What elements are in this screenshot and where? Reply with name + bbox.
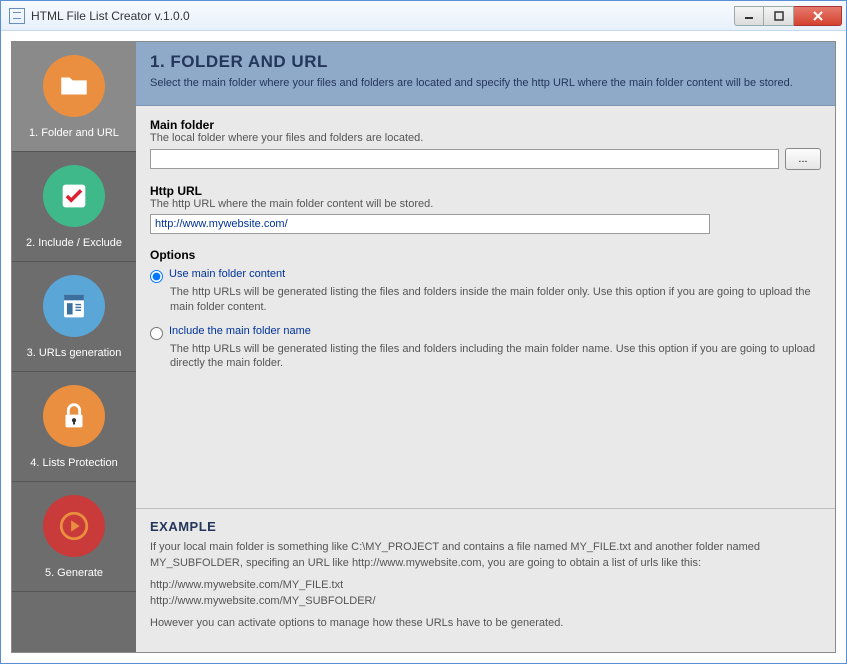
close-button[interactable]: [794, 6, 842, 26]
document-icon: [43, 275, 105, 337]
sidebar-item-urls-generation[interactable]: 3. URLs generation: [12, 262, 136, 372]
window-title: HTML File List Creator v.1.0.0: [31, 9, 734, 23]
app-window: HTML File List Creator v.1.0.0 1. Folder…: [0, 0, 847, 664]
example-url-2: http://www.mywebsite.com/MY_SUBFOLDER/: [150, 595, 376, 607]
example-url-1: http://www.mywebsite.com/MY_FILE.txt: [150, 579, 343, 591]
example-title: EXAMPLE: [150, 519, 821, 534]
content-frame: 1. Folder and URL 2. Include / Exclude 3…: [11, 41, 836, 653]
http-url-group: Http URL The http URL where the main fol…: [150, 184, 821, 234]
option-use-main-content-radio[interactable]: [150, 270, 163, 283]
sidebar-item-label: 3. URLs generation: [27, 347, 122, 359]
option-use-main-content-desc: The http URLs will be generated listing …: [170, 285, 821, 315]
example-panel: EXAMPLE If your local main folder is som…: [136, 508, 835, 652]
main-panel: 1. FOLDER AND URL Select the main folder…: [136, 42, 835, 652]
close-icon: [812, 10, 824, 22]
http-url-input[interactable]: [150, 214, 710, 234]
sidebar-item-lists-protection[interactable]: 4. Lists Protection: [12, 372, 136, 482]
sidebar-item-generate[interactable]: 5. Generate: [12, 482, 136, 592]
option-include-folder-name-label: Include the main folder name: [169, 325, 311, 337]
sidebar-item-label: 5. Generate: [45, 567, 103, 579]
sidebar-item-label: 1. Folder and URL: [29, 127, 119, 139]
app-icon: [9, 8, 25, 24]
titlebar: HTML File List Creator v.1.0.0: [1, 1, 846, 31]
folder-icon: [43, 55, 105, 117]
main-folder-label: Main folder: [150, 118, 821, 132]
form-area: Main folder The local folder where your …: [136, 106, 835, 508]
example-intro: If your local main folder is something l…: [150, 540, 821, 572]
options-title: Options: [150, 248, 821, 262]
browse-button[interactable]: ...: [785, 148, 821, 170]
minimize-icon: [744, 11, 754, 21]
maximize-icon: [774, 11, 784, 21]
lock-icon: [43, 385, 105, 447]
main-folder-desc: The local folder where your files and fo…: [150, 132, 821, 144]
sidebar-item-folder-url[interactable]: 1. Folder and URL: [12, 42, 136, 152]
page-header: 1. FOLDER AND URL Select the main folder…: [136, 42, 835, 106]
page-subtitle: Select the main folder where your files …: [150, 76, 821, 91]
main-folder-group: Main folder The local folder where your …: [150, 118, 821, 170]
sidebar-item-include-exclude[interactable]: 2. Include / Exclude: [12, 152, 136, 262]
option-include-folder-name-radio[interactable]: [150, 327, 163, 340]
http-url-label: Http URL: [150, 184, 821, 198]
play-icon: [43, 495, 105, 557]
http-url-desc: The http URL where the main folder conte…: [150, 198, 821, 210]
sidebar: 1. Folder and URL 2. Include / Exclude 3…: [12, 42, 136, 652]
option-include-folder-name-desc: The http URLs will be generated listing …: [170, 342, 821, 372]
option-use-main-content-label: Use main folder content: [169, 268, 285, 280]
maximize-button[interactable]: [764, 6, 794, 26]
main-folder-input[interactable]: [150, 149, 779, 169]
checkbox-icon: [43, 165, 105, 227]
window-buttons: [734, 6, 842, 26]
sidebar-item-label: 4. Lists Protection: [30, 457, 117, 469]
example-outro: However you can activate options to mana…: [150, 616, 821, 632]
page-title: 1. FOLDER AND URL: [150, 52, 821, 72]
sidebar-item-label: 2. Include / Exclude: [26, 237, 122, 249]
minimize-button[interactable]: [734, 6, 764, 26]
options-group: Options Use main folder content The http…: [150, 248, 821, 371]
